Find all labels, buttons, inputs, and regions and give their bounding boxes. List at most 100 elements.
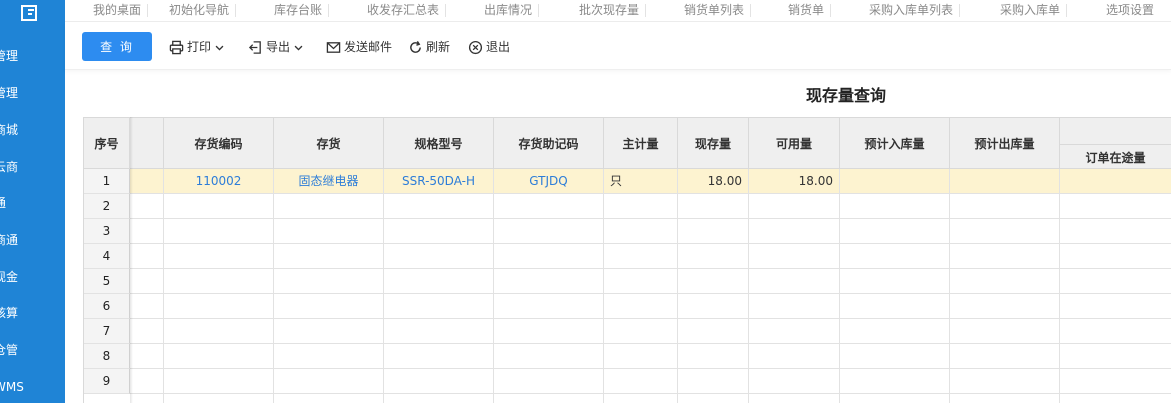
header-out-expected[interactable]: 预计出库量: [950, 117, 1060, 169]
report-title: 现存量查询: [806, 86, 887, 105]
sidebar-item-6[interactable]: 商通: [0, 230, 65, 250]
row-number[interactable]: 2: [84, 194, 130, 219]
sidebar-item-label: 现金: [0, 270, 19, 284]
header-in-transit[interactable]: 订单在途量: [1060, 144, 1171, 170]
header-code[interactable]: 存货编码: [164, 117, 274, 169]
cell-code[interactable]: 110002: [164, 169, 274, 194]
header-available[interactable]: 可用量: [749, 117, 840, 169]
chevron-down-icon: [215, 45, 224, 51]
tab-label: 库存台账: [274, 3, 323, 17]
row-number[interactable]: 8: [84, 344, 130, 369]
cell-name[interactable]: 固态继电器: [274, 169, 384, 194]
grid-lines: [163, 194, 1060, 403]
header-mnemonic[interactable]: 存货助记码: [494, 117, 604, 169]
refresh-label: 刷新: [426, 40, 451, 54]
send-mail-label: 发送邮件: [344, 40, 393, 54]
row-number[interactable]: 9: [84, 369, 130, 394]
tab-label: 采购入库单列表: [869, 3, 954, 17]
sidebar-item-label: 商城: [0, 123, 19, 137]
query-button[interactable]: 查 询: [82, 32, 152, 61]
tab-purchase-receipt-list[interactable]: 采购入库单列表: [863, 0, 961, 22]
tab-in-out-summary[interactable]: 收发存汇总表: [361, 0, 447, 22]
cell-in-expected: [840, 169, 950, 194]
cell-available: 18.00: [749, 169, 840, 194]
row-number[interactable]: 7: [84, 319, 130, 344]
sidebar-item-9[interactable]: 仓管: [0, 340, 65, 360]
close-circle-icon: [468, 40, 483, 54]
tab-purchase-receipt[interactable]: 采购入库单: [994, 0, 1068, 22]
sidebar: 管理 管理 商城 云商 通 商通 现金 核算 仓管 WMS: [0, 0, 65, 403]
tab-stock-ledger[interactable]: 库存台账: [268, 0, 330, 22]
header-group: 订单在途量: [1060, 117, 1171, 169]
sidebar-item-2[interactable]: 管理: [0, 83, 65, 103]
row-number[interactable]: 1: [84, 169, 130, 194]
header-name[interactable]: 存货: [274, 117, 384, 169]
sidebar-item-label: 云商: [0, 160, 19, 174]
sidebar-item-label: 仓管: [0, 343, 19, 357]
sidebar-item-label: 管理: [0, 86, 19, 100]
export-label: 导出: [266, 40, 291, 54]
tab-batch-stock[interactable]: 批次现存量: [573, 0, 647, 22]
sidebar-item-4[interactable]: 云商: [0, 157, 65, 177]
exit-button[interactable]: 退出: [468, 37, 510, 57]
row-number[interactable]: 5: [84, 269, 130, 294]
tab-label: 批次现存量: [579, 3, 640, 17]
print-button[interactable]: 打印: [169, 37, 225, 57]
tab-desktop[interactable]: 我的桌面: [87, 0, 149, 22]
sidebar-item-label: 管理: [0, 49, 19, 63]
sidebar-item-10[interactable]: WMS: [0, 377, 65, 397]
exit-label: 退出: [486, 40, 511, 54]
header-seq[interactable]: 序号: [84, 117, 130, 169]
mail-icon: [326, 41, 341, 53]
sidebar-item-5[interactable]: 通: [0, 193, 65, 213]
tab-sales-list[interactable]: 销货单列表: [678, 0, 752, 22]
tab-outbound-status[interactable]: 出库情况: [478, 0, 540, 22]
tab-label: 我的桌面: [93, 3, 142, 17]
sidebar-item-3[interactable]: 商城: [0, 120, 65, 140]
header-spec[interactable]: 规格型号: [384, 117, 494, 169]
header-unit[interactable]: 主计量: [604, 117, 678, 169]
tab-init-guide[interactable]: 初始化导航: [163, 0, 237, 22]
tab-bar: 我的桌面 初始化导航 库存台账 收发存汇总表 出库情况 批次现存量 销货单列表 …: [65, 0, 1171, 22]
sidebar-item-7[interactable]: 现金: [0, 267, 65, 287]
sidebar-item-1[interactable]: 管理: [0, 46, 65, 66]
app-logo-icon[interactable]: [20, 4, 40, 22]
header-in-expected[interactable]: 预计入库量: [840, 117, 950, 169]
sidebar-item-label: WMS: [0, 380, 24, 394]
header-onhand[interactable]: 现存量: [678, 117, 749, 169]
chevron-down-icon: [294, 45, 303, 51]
tab-label: 收发存汇总表: [367, 3, 440, 17]
sidebar-item-label: 核算: [0, 306, 19, 320]
sidebar-item-label: 通: [0, 196, 7, 210]
cell-in-transit: [1060, 169, 1171, 194]
frozen-column-shadow: [130, 117, 133, 403]
send-mail-button[interactable]: 发送邮件: [326, 37, 392, 57]
print-label: 打印: [187, 40, 212, 54]
row-number[interactable]: 3: [84, 219, 130, 244]
tab-label: 选项设置: [1106, 3, 1155, 17]
header-hidden-column[interactable]: [130, 117, 164, 169]
cell-onhand: 18.00: [678, 169, 749, 194]
table-cell: [130, 169, 164, 194]
refresh-button[interactable]: 刷新: [408, 37, 450, 57]
tab-label: 销货单: [788, 3, 825, 17]
row-number[interactable]: 4: [84, 244, 130, 269]
printer-icon: [169, 40, 184, 54]
row-number[interactable]: 6: [84, 294, 130, 319]
refresh-icon: [410, 40, 421, 53]
cell-spec[interactable]: SSR-50DA-H: [384, 169, 494, 194]
sidebar-item-8[interactable]: 核算: [0, 303, 65, 323]
toolbar: 查 询 打印 导出 发送邮件 刷新 退出: [65, 22, 1171, 70]
export-button[interactable]: 导出: [248, 37, 304, 57]
stock-query-grid: 序号 存货编码 存货 规格型号 存货助记码 主计量 现存量 可用量 预计入库量 …: [83, 117, 1171, 403]
cell-unit: 只: [604, 169, 678, 194]
cell-mnemonic[interactable]: GTJDQ: [494, 169, 604, 194]
tab-label: 销货单列表: [684, 3, 745, 17]
tab-sales-order[interactable]: 销货单: [782, 0, 832, 22]
tab-label: 出库情况: [484, 3, 533, 17]
tab-options[interactable]: 选项设置: [1100, 0, 1160, 22]
cell-out-expected: [950, 169, 1060, 194]
sidebar-item-label: 商通: [0, 233, 19, 247]
export-icon: [248, 40, 261, 54]
tab-label: 初始化导航: [169, 3, 230, 17]
